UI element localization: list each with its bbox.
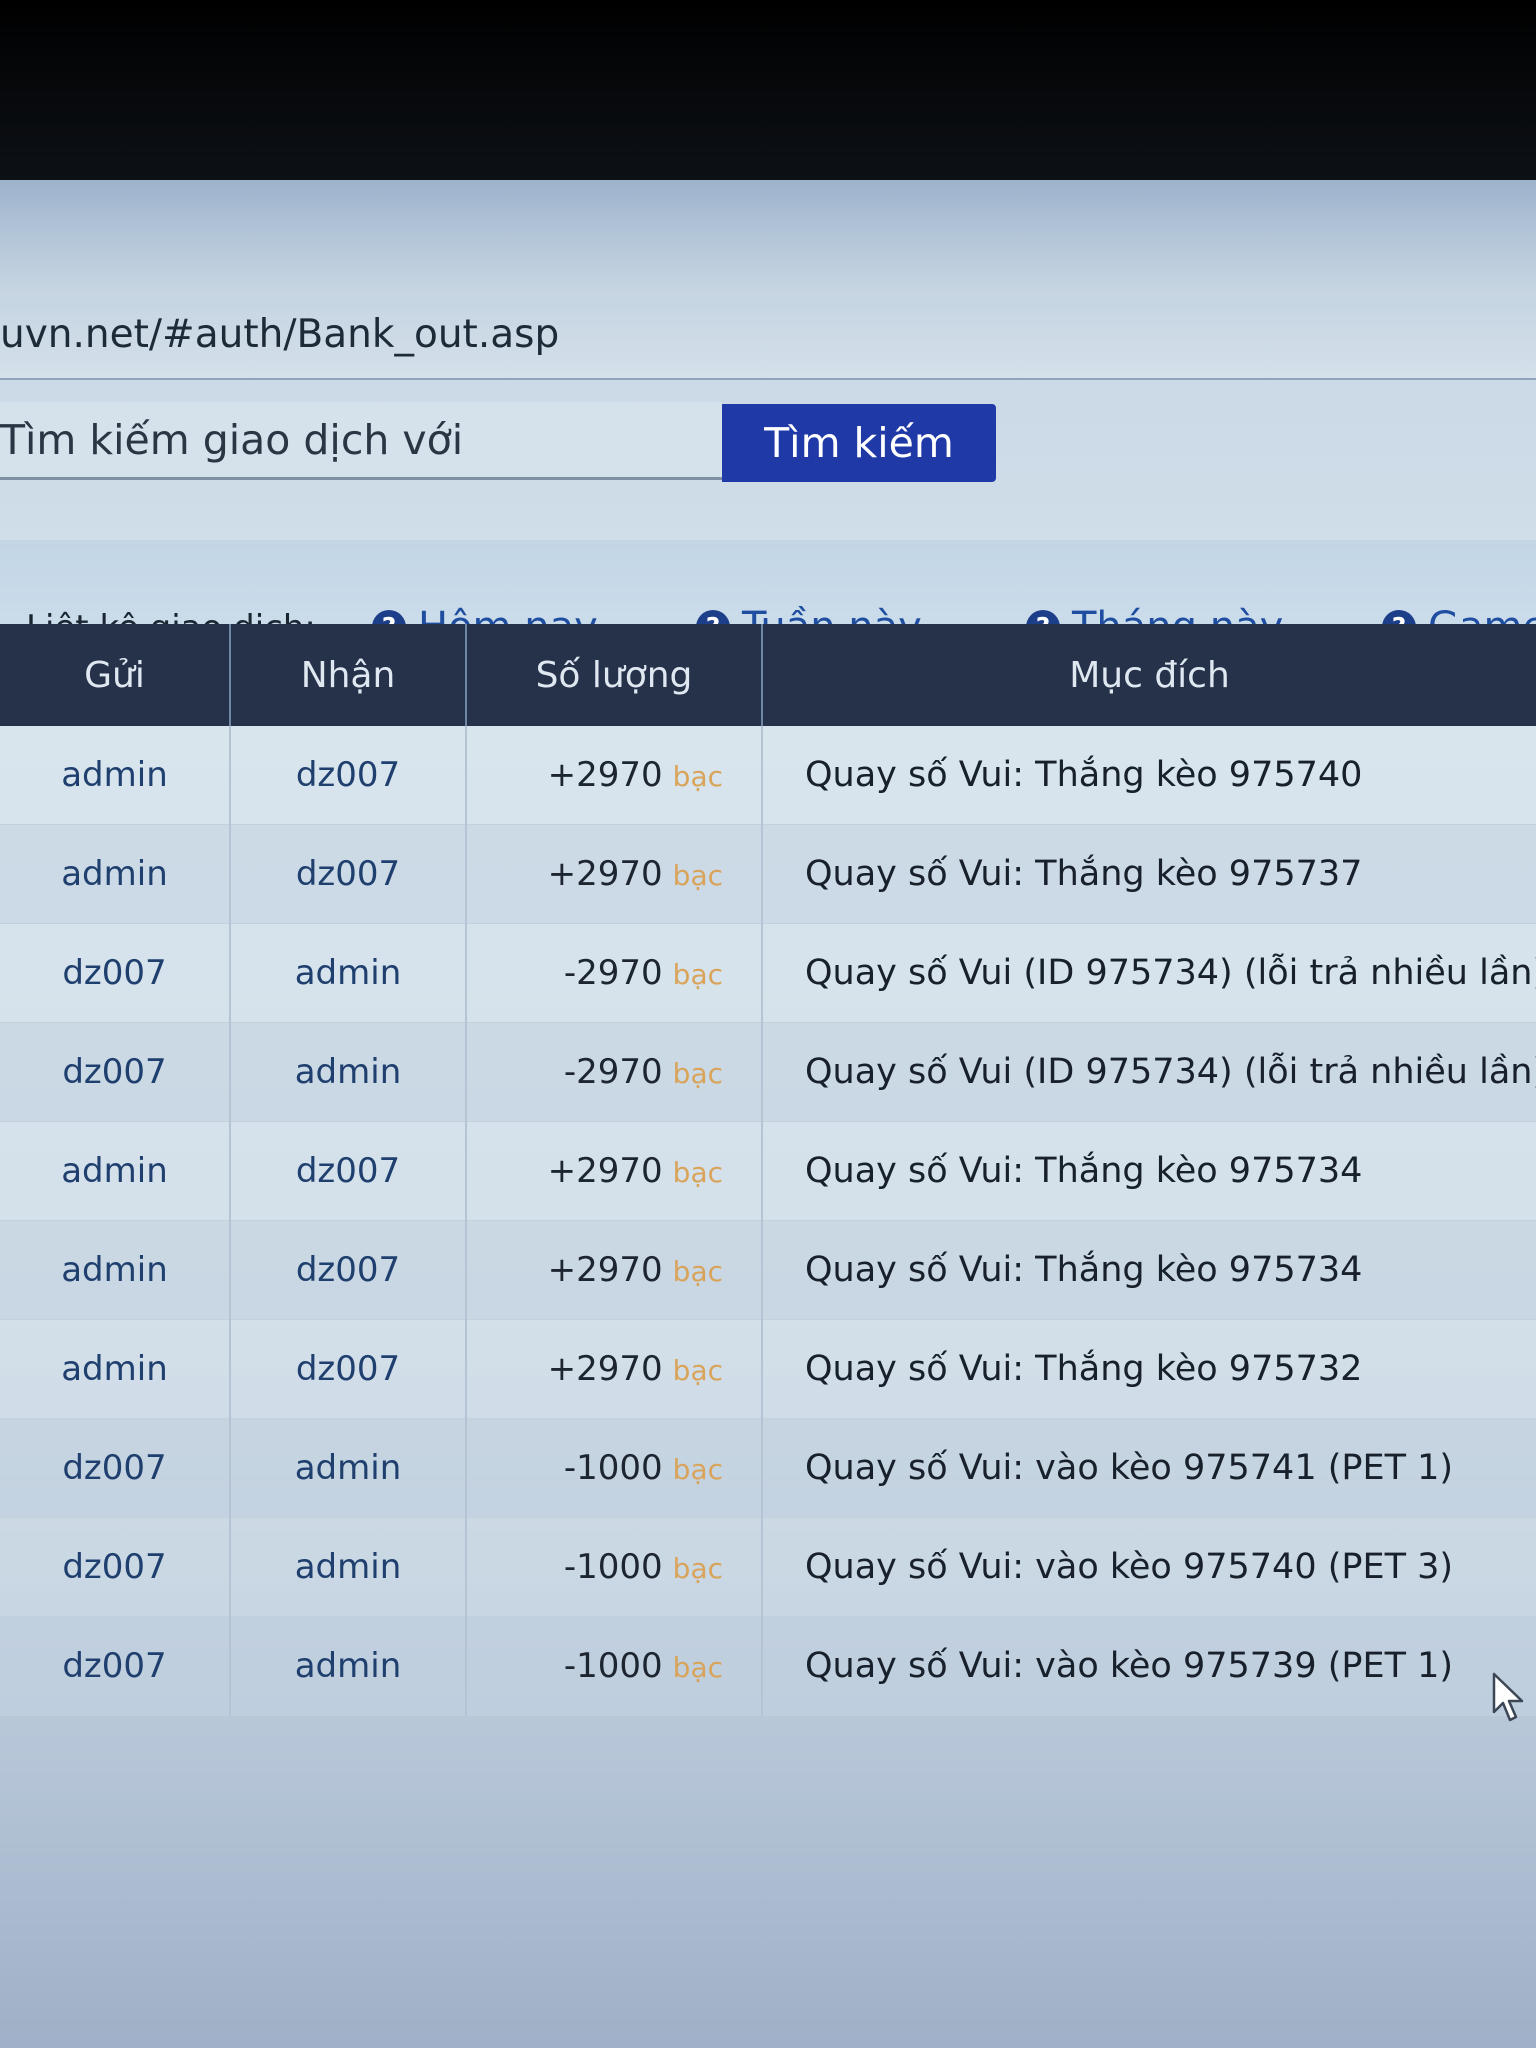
cell-sender[interactable]: admin: [0, 1319, 231, 1419]
amount-value: +2970: [547, 1250, 663, 1290]
cell-purpose: Quay số Vui: Thắng kèo 975732: [762, 1319, 1536, 1419]
cell-purpose: Quay số Vui: Thắng kèo 975734: [762, 1220, 1536, 1320]
cell-sender[interactable]: dz007: [0, 1517, 231, 1617]
currency-label: bạc: [672, 958, 723, 991]
cell-purpose: Quay số Vui (ID 975734) (lỗi trả nhiều l…: [762, 923, 1536, 1023]
transaction-search-input[interactable]: Tìm kiếm giao dịch với: [0, 402, 722, 480]
amount-value: -2970: [563, 1052, 663, 1092]
search-placeholder: Tìm kiếm giao dịch với: [0, 416, 464, 464]
table-header-row: Gửi Nhận Số lượng Mục đích: [0, 624, 1536, 726]
cell-purpose: Quay số Vui: Thắng kèo 975737: [762, 824, 1536, 924]
table-row: dz007 admin -2970 bạc Quay số Vui (ID 975…: [0, 1022, 1536, 1122]
amount-value: +2970: [547, 1349, 663, 1389]
currency-label: bạc: [672, 1156, 723, 1189]
cell-receiver[interactable]: admin: [230, 1022, 467, 1122]
cell-sender[interactable]: admin: [0, 1220, 231, 1320]
cell-receiver[interactable]: admin: [230, 1517, 467, 1617]
cell-amount: +2970 bạc: [466, 1220, 763, 1320]
cell-amount: -1000 bạc: [466, 1418, 763, 1518]
transactions-table: Gửi Nhận Số lượng Mục đích admin dz007 +…: [0, 624, 1536, 1716]
table-row: dz007 admin -1000 bạc Quay số Vui: vào kè…: [0, 1616, 1536, 1716]
cell-sender[interactable]: dz007: [0, 1022, 231, 1122]
cell-amount: -2970 bạc: [466, 1022, 763, 1122]
table-row: admin dz007 +2970 bạc Quay số Vui: Thắng …: [0, 1121, 1536, 1221]
cell-amount: -1000 bạc: [466, 1517, 763, 1617]
currency-label: bạc: [672, 1552, 723, 1585]
cell-sender[interactable]: admin: [0, 824, 231, 924]
cell-amount: +2970 bạc: [466, 726, 763, 825]
amount-value: -1000: [563, 1448, 663, 1488]
cell-receiver[interactable]: dz007: [230, 726, 467, 825]
amount-value: +2970: [547, 1151, 663, 1191]
currency-label: bạc: [672, 760, 723, 793]
cell-receiver[interactable]: admin: [230, 1418, 467, 1518]
cell-amount: +2970 bạc: [466, 824, 763, 924]
table-row: dz007 admin -2970 bạc Quay số Vui (ID 975…: [0, 923, 1536, 1023]
header-amount[interactable]: Số lượng: [466, 624, 763, 726]
currency-label: bạc: [672, 1651, 723, 1684]
table-row: admin dz007 +2970 bạc Quay số Vui: Thắng …: [0, 1319, 1536, 1419]
amount-value: -1000: [563, 1646, 663, 1686]
cell-amount: -1000 bạc: [466, 1616, 763, 1716]
amount-value: +2970: [547, 755, 663, 795]
currency-label: bạc: [672, 1354, 723, 1387]
cell-sender[interactable]: admin: [0, 1121, 231, 1221]
cell-receiver[interactable]: dz007: [230, 1121, 467, 1221]
header-receiver[interactable]: Nhận: [230, 624, 467, 726]
cell-purpose: Quay số Vui: Thắng kèo 975734: [762, 1121, 1536, 1221]
cell-receiver[interactable]: admin: [230, 1616, 467, 1716]
cell-receiver[interactable]: admin: [230, 923, 467, 1023]
cell-amount: +2970 bạc: [466, 1319, 763, 1419]
table-row: dz007 admin -1000 bạc Quay số Vui: vào kè…: [0, 1418, 1536, 1518]
table-row: admin dz007 +2970 bạc Quay số Vui: Thắng …: [0, 726, 1536, 825]
table-row: dz007 admin -1000 bạc Quay số Vui: vào kè…: [0, 1517, 1536, 1617]
amount-value: +2970: [547, 854, 663, 894]
amount-value: -2970: [563, 953, 663, 993]
address-bar[interactable]: uvn.net/#auth/Bank_out.asp: [0, 298, 1536, 380]
currency-label: bạc: [672, 859, 723, 892]
browser-chrome: [0, 180, 1536, 300]
cell-purpose: Quay số Vui: vào kèo 975739 (PET 1): [762, 1616, 1536, 1716]
header-purpose[interactable]: Mục đích: [762, 624, 1536, 726]
cell-amount: -2970 bạc: [466, 923, 763, 1023]
address-url[interactable]: uvn.net/#auth/Bank_out.asp: [0, 312, 559, 357]
cell-purpose: Quay số Vui: vào kèo 975741 (PET 1): [762, 1418, 1536, 1518]
cell-receiver[interactable]: dz007: [230, 1319, 467, 1419]
cell-sender[interactable]: dz007: [0, 1616, 231, 1716]
monitor-bezel: [0, 0, 1536, 180]
search-button[interactable]: Tìm kiếm: [722, 404, 996, 482]
cell-receiver[interactable]: dz007: [230, 824, 467, 924]
header-sender[interactable]: Gửi: [0, 624, 231, 726]
cell-sender[interactable]: dz007: [0, 1418, 231, 1518]
currency-label: bạc: [672, 1255, 723, 1288]
currency-label: bạc: [672, 1453, 723, 1486]
cell-purpose: Quay số Vui (ID 975734) (lỗi trả nhiều l…: [762, 1022, 1536, 1122]
amount-value: -1000: [563, 1547, 663, 1587]
cell-sender[interactable]: dz007: [0, 923, 231, 1023]
cell-amount: +2970 bạc: [466, 1121, 763, 1221]
table-row: admin dz007 +2970 bạc Quay số Vui: Thắng …: [0, 1220, 1536, 1320]
currency-label: bạc: [672, 1057, 723, 1090]
table-row: admin dz007 +2970 bạc Quay số Vui: Thắng …: [0, 824, 1536, 924]
cell-sender[interactable]: admin: [0, 726, 231, 825]
cell-receiver[interactable]: dz007: [230, 1220, 467, 1320]
cell-purpose: Quay số Vui: Thắng kèo 975740: [762, 726, 1536, 825]
cell-purpose: Quay số Vui: vào kèo 975740 (PET 3): [762, 1517, 1536, 1617]
